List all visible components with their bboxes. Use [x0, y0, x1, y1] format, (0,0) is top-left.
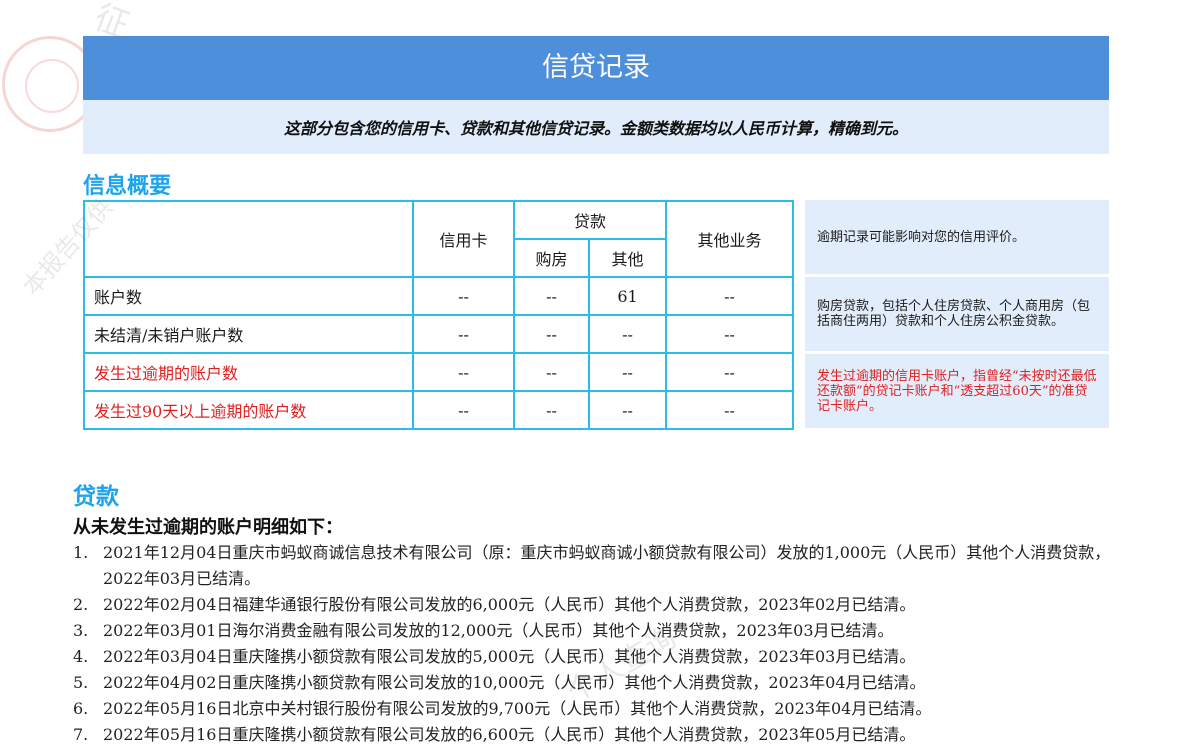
- loans-title: 贷款: [73, 484, 119, 510]
- table-row: 账户数 -- -- 61 --: [83, 276, 795, 316]
- list-item: 6. 2022年05月16日北京中关村银行股份有限公司发放的9,700元（人民币）…: [73, 696, 1113, 722]
- row-label: 发生过90天以上逾期的账户数: [83, 390, 414, 430]
- list-text: 2022年02月04日福建华通银行股份有限公司发放的6,000元（人民币）其他个…: [103, 595, 916, 614]
- list-number: 6.: [73, 699, 89, 718]
- list-number: 7.: [73, 725, 89, 744]
- row-label: 发生过逾期的账户数: [83, 352, 414, 392]
- overview-title: 信息概要: [83, 174, 172, 199]
- list-text: 2021年12月04日重庆市蚂蚁商诚信息技术有限公司（原：重庆市蚂蚁商诚小额贷款…: [103, 543, 1111, 588]
- list-item: 3. 2022年03月01日海尔消费金融有限公司发放的12,000元（人民币）其他…: [73, 618, 1113, 644]
- table-row: 未结清/未销户账户数 -- -- -- --: [83, 314, 795, 354]
- table-cell: --: [412, 314, 515, 354]
- row-label: 账户数: [83, 276, 414, 316]
- table-cell: --: [587, 314, 668, 354]
- list-number: 2.: [73, 595, 89, 614]
- table-cell: --: [665, 314, 795, 354]
- list-item: 1. 2021年12月04日重庆市蚂蚁商诚信息技术有限公司（原：重庆市蚂蚁商诚小额…: [73, 540, 1113, 592]
- list-number: 3.: [73, 621, 89, 640]
- list-text: 2022年05月16日重庆隆携小额贷款有限公司发放的6,600元（人民币）其他个…: [103, 725, 916, 744]
- column-header-loan: 贷款: [512, 200, 668, 240]
- row-label: 未结清/未销户账户数: [83, 314, 414, 354]
- table-corner-cell: [83, 200, 414, 278]
- table-cell: --: [587, 352, 668, 392]
- table-cell: --: [665, 276, 795, 316]
- list-text: 2022年03月01日海尔消费金融有限公司发放的12,000元（人民币）其他个人…: [103, 621, 894, 640]
- table-row: 发生过逾期的账户数 -- -- -- --: [83, 352, 795, 392]
- table-cell: --: [665, 352, 795, 392]
- table-cell: --: [513, 314, 590, 354]
- list-text: 2022年03月04日重庆隆携小额贷款有限公司发放的5,000元（人民币）其他个…: [103, 647, 916, 666]
- list-item: 4. 2022年03月04日重庆隆携小额贷款有限公司发放的5,000元（人民币）其…: [73, 644, 1113, 670]
- column-header-house: 购房: [513, 238, 590, 278]
- table-row: 发生过90天以上逾期的账户数 -- -- -- --: [83, 390, 795, 430]
- column-header-credit-card: 信用卡: [412, 200, 515, 278]
- table-cell: --: [665, 390, 795, 430]
- table-cell: --: [513, 390, 590, 430]
- list-item: 7. 2022年05月16日重庆隆携小额贷款有限公司发放的6,600元（人民币）其…: [73, 722, 1113, 748]
- note-overdue-card: 发生过逾期的信用卡账户，指曾经“未按时还最低还款额”的贷记卡账户和“透支超过60…: [805, 354, 1109, 428]
- loan-list: 1. 2021年12月04日重庆市蚂蚁商诚信息技术有限公司（原：重庆市蚂蚁商诚小额…: [73, 540, 1113, 748]
- summary-table: 信用卡 贷款 其他业务 购房 其他 账户数 -- -- 61 -- 未结清/未销…: [83, 200, 795, 430]
- list-text: 2022年04月02日重庆隆携小额贷款有限公司发放的10,000元（人民币）其他…: [103, 673, 926, 692]
- table-cell: --: [412, 276, 515, 316]
- list-item: 2. 2022年02月04日福建华通银行股份有限公司发放的6,000元（人民币）其…: [73, 592, 1113, 618]
- list-number: 5.: [73, 673, 89, 692]
- table-cell: --: [412, 352, 515, 392]
- table-cell: --: [513, 352, 590, 392]
- list-number: 4.: [73, 647, 89, 666]
- list-item: 5. 2022年04月02日重庆隆携小额贷款有限公司发放的10,000元（人民币）…: [73, 670, 1113, 696]
- note-overdue-impact: 逾期记录可能影响对您的信用评价。: [805, 200, 1109, 274]
- table-cell: --: [587, 390, 668, 430]
- list-text: 2022年05月16日北京中关村银行股份有限公司发放的9,700元（人民币）其他…: [103, 699, 932, 718]
- column-header-other: 其他: [587, 238, 668, 278]
- table-cell: 61: [587, 276, 668, 316]
- list-number: 1.: [73, 543, 89, 562]
- note-house-loan: 购房贷款，包括个人住房贷款、个人商用房（包括商住两用）贷款和个人住房公积金贷款。: [805, 277, 1109, 351]
- column-header-other-business: 其他业务: [665, 200, 795, 278]
- page-subtitle: 这部分包含您的信用卡、贷款和其他信贷记录。金额类数据均以人民币计算，精确到元。: [83, 100, 1109, 154]
- table-cell: --: [513, 276, 590, 316]
- page-title: 信贷记录: [83, 36, 1109, 100]
- table-cell: --: [412, 390, 515, 430]
- loans-subtitle: 从未发生过逾期的账户明细如下：: [73, 517, 343, 538]
